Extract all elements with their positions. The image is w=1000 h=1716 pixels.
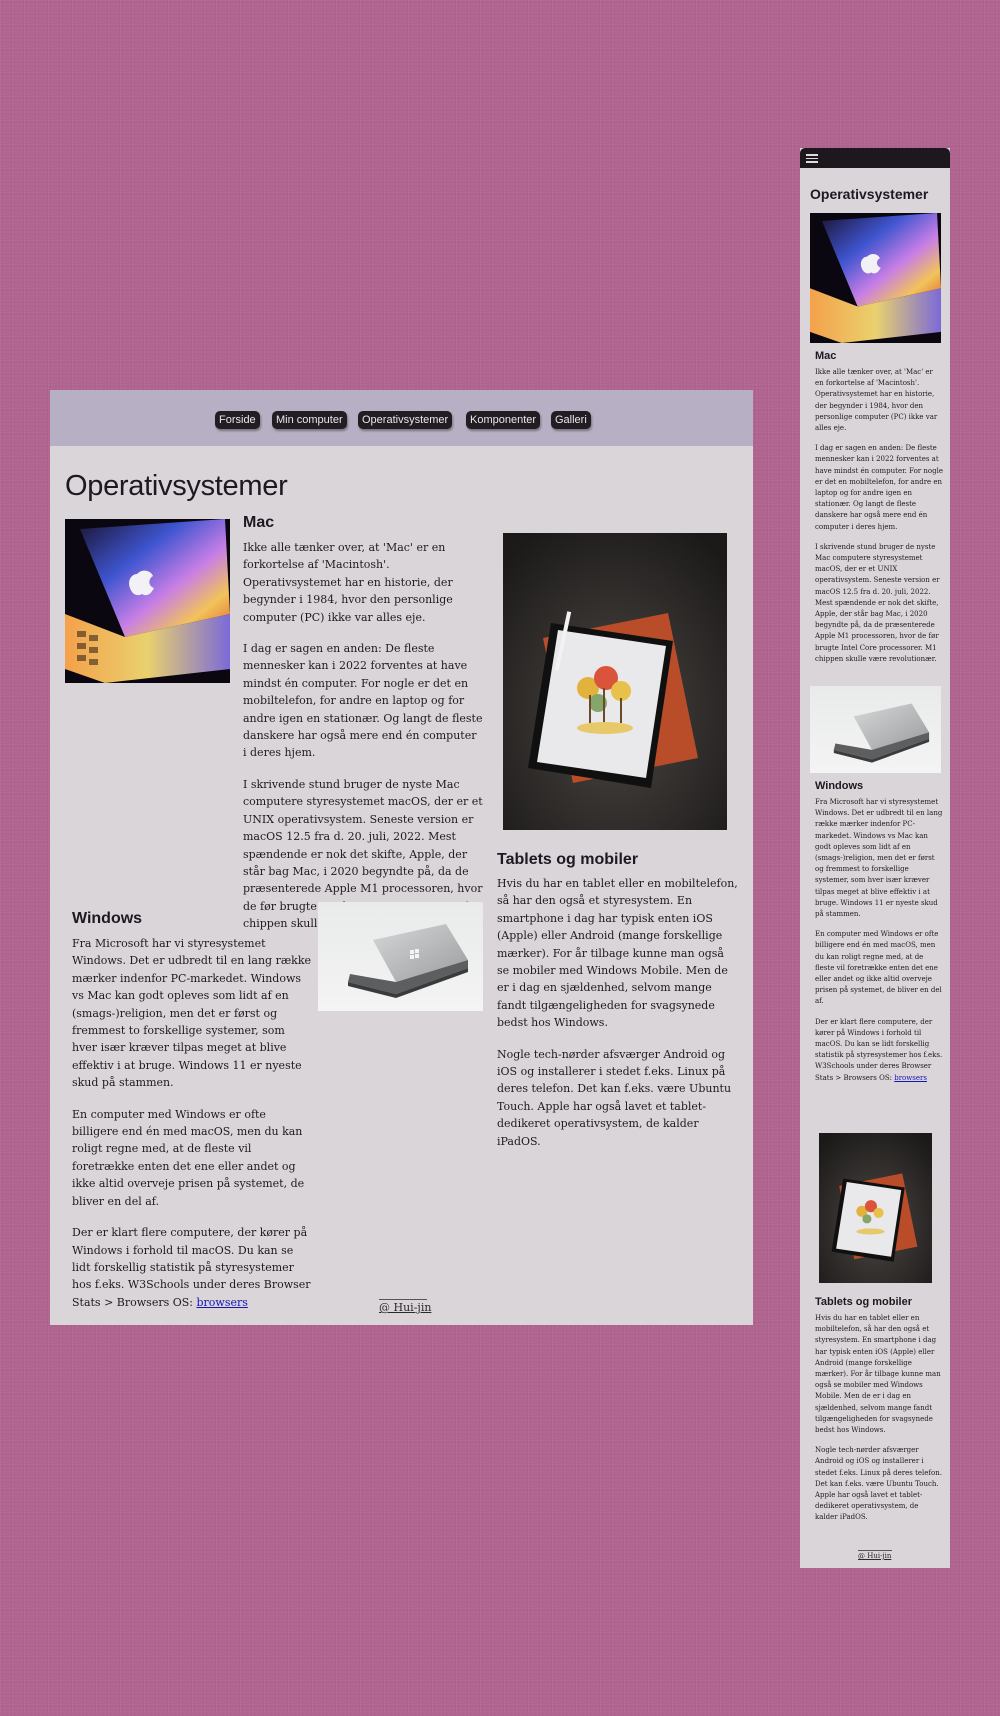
- mobile-tablets-paragraph-1: Hvis du har en tablet eller en mobiltele…: [815, 1314, 941, 1435]
- mobile-mac-paragraph-2: I dag er sagen en anden: De fleste menne…: [815, 444, 943, 531]
- mobile-mac-heading: Mac: [815, 350, 837, 362]
- browsers-link[interactable]: browsers: [196, 1296, 247, 1309]
- nav-forside-button[interactable]: Forside: [215, 411, 260, 429]
- mobile-windows-paragraph-3: Der er klart flere computere, der kører …: [815, 1017, 943, 1084]
- mobile-windows-text: Fra Microsoft har vi styresystemet Windo…: [815, 797, 943, 1093]
- mobile-windows-paragraph-2: En computer med Windows er ofte billiger…: [815, 930, 942, 1006]
- tablets-paragraph-1: Hvis du har en tablet eller en mobiltele…: [497, 877, 738, 1030]
- mobile-mac-paragraph-1: Ikke alle tænker over, at 'Mac' er en fo…: [815, 368, 938, 433]
- mac-laptop-image: [65, 519, 230, 683]
- nav-min-computer-button[interactable]: Min computer: [272, 411, 347, 429]
- mobile-windows-paragraph-3-text: Der er klart flere computere, der kører …: [815, 1017, 943, 1082]
- mobile-browsers-link[interactable]: browsers: [894, 1074, 927, 1082]
- mobile-footer-divider: [858, 1550, 892, 1551]
- tablets-heading: Tablets og mobiler: [497, 851, 639, 868]
- mobile-windows-laptop-image: [810, 686, 941, 773]
- footer-credit-link[interactable]: @ Hui-jin: [379, 1301, 431, 1314]
- windows-laptop-image: [318, 902, 483, 1011]
- nav-bar: Forside Min computer Operativsystemer Ko…: [50, 390, 753, 446]
- nav-komponenter-button[interactable]: Komponenter: [466, 411, 541, 429]
- tablets-text: Hvis du har en tablet eller en mobiltele…: [497, 875, 739, 1164]
- tablet-image: [503, 533, 727, 830]
- windows-paragraph-3-text: Der er klart flere computere, der kører …: [72, 1226, 311, 1309]
- mobile-footer-credit-link[interactable]: @ Hui-jin: [858, 1552, 891, 1560]
- mobile-windows-paragraph-1: Fra Microsoft har vi styresystemet Windo…: [815, 798, 943, 919]
- mobile-mac-laptop-image: [810, 213, 941, 343]
- nav-operativsystemer-button[interactable]: Operativsystemer: [358, 411, 453, 429]
- desktop-mockup: Forside Min computer Operativsystemer Ko…: [50, 390, 753, 1325]
- mac-heading: Mac: [243, 514, 275, 531]
- tablets-paragraph-2: Nogle tech-nørder afsværger Android og i…: [497, 1047, 732, 1148]
- mac-paragraph-1: Ikke alle tænker over, at 'Mac' er en fo…: [243, 541, 453, 624]
- mobile-top-bar: [800, 148, 950, 168]
- mobile-tablets-text: Hvis du har en tablet eller en mobiltele…: [815, 1313, 943, 1533]
- mac-paragraph-2: I dag er sagen en anden: De fleste menne…: [243, 642, 483, 760]
- footer-divider: [379, 1299, 427, 1300]
- windows-paragraph-3: Der er klart flere computere, der kører …: [72, 1224, 312, 1311]
- mobile-mac-paragraph-3: I skrivende stund bruger de nyste Mac co…: [815, 542, 940, 663]
- windows-text: Fra Microsoft har vi styresystemet Windo…: [72, 935, 312, 1325]
- mobile-tablets-heading: Tablets og mobiler: [815, 1296, 912, 1308]
- page-title: Operativsystemer: [65, 470, 288, 502]
- mobile-tablet-image: [819, 1133, 932, 1283]
- mac-text: Ikke alle tænker over, at 'Mac' er en fo…: [243, 539, 483, 947]
- windows-paragraph-1: Fra Microsoft har vi styresystemet Windo…: [72, 937, 312, 1090]
- nav-galleri-button[interactable]: Galleri: [551, 411, 591, 429]
- windows-paragraph-2: En computer med Windows er ofte billiger…: [72, 1107, 305, 1208]
- hamburger-menu-icon[interactable]: [806, 154, 818, 163]
- mobile-tablets-paragraph-2: Nogle tech-nørder afsværger Android og i…: [815, 1446, 942, 1522]
- mobile-mockup: Operativsystemer Mac Ikke alle tænker ov…: [800, 148, 950, 1568]
- windows-heading: Windows: [72, 910, 143, 927]
- mobile-page-title: Operativsystemer: [810, 186, 929, 202]
- mobile-mac-text: Ikke alle tænker over, at 'Mac' er en fo…: [815, 367, 943, 674]
- mobile-windows-heading: Windows: [815, 780, 864, 792]
